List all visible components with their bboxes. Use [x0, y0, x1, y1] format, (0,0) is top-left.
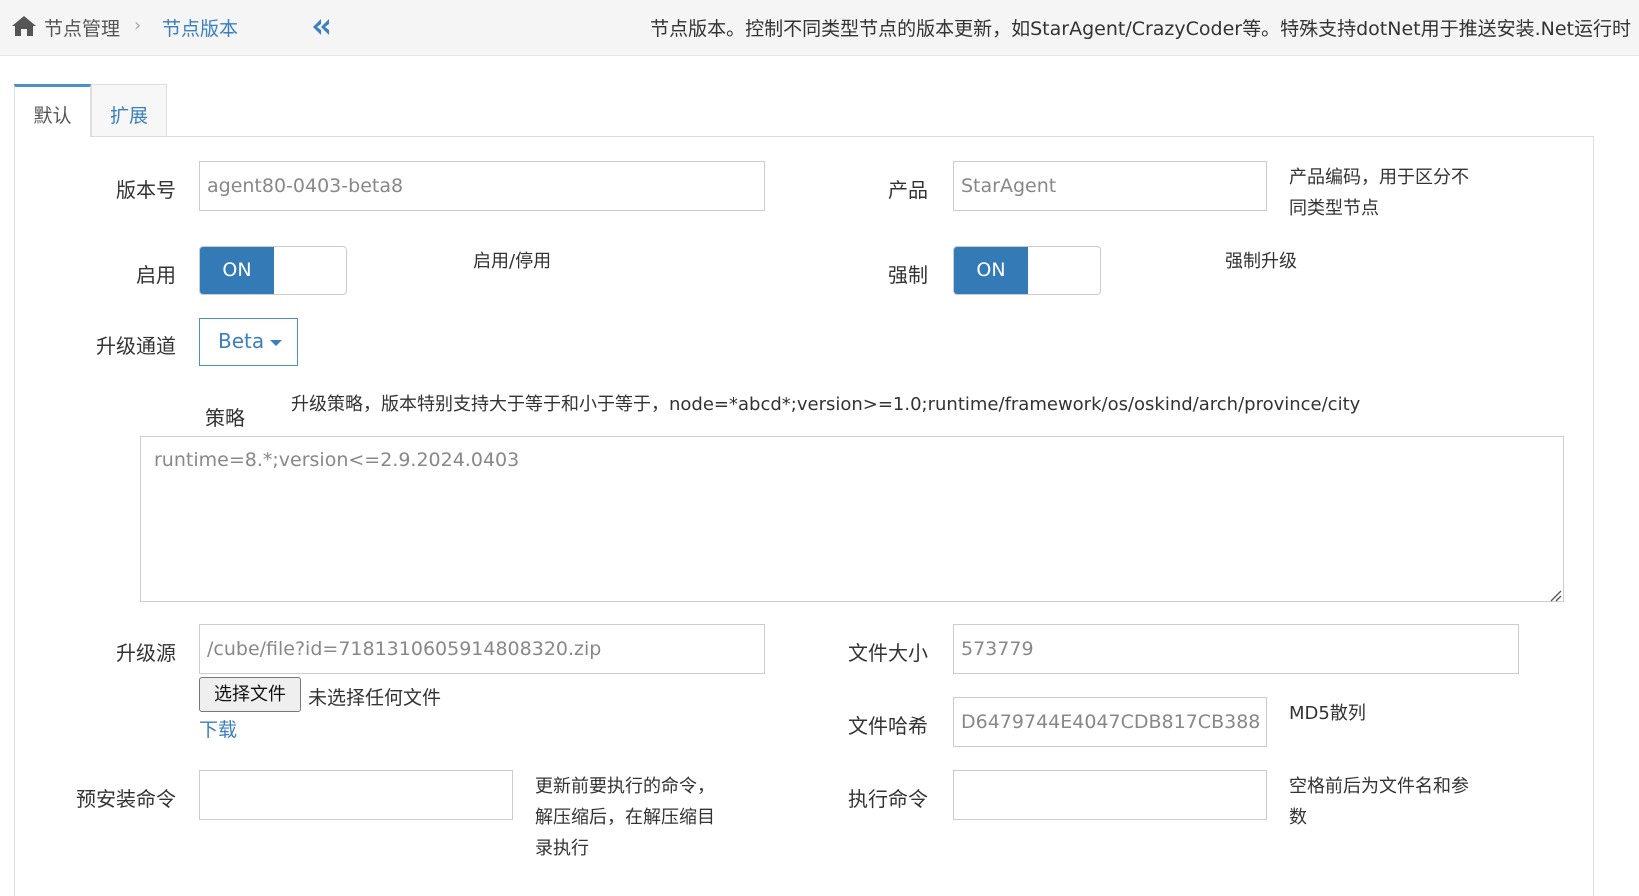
breadcrumb-separator: ›	[134, 15, 142, 36]
force-help: 强制升级	[1225, 251, 1297, 272]
breadcrumb-node-version[interactable]: 节点版本	[162, 14, 238, 41]
download-link[interactable]: 下载	[199, 715, 237, 742]
file-hash-help: MD5散列	[1289, 703, 1366, 724]
product-help-line1: 产品编码，用于区分不	[1289, 167, 1469, 188]
exec-command-help-line2: 数	[1289, 807, 1307, 828]
channel-dropdown-value: Beta	[218, 329, 265, 353]
exec-command-help-line1: 空格前后为文件名和参	[1289, 776, 1469, 797]
tab-extension[interactable]: 扩展	[91, 84, 167, 136]
force-switch[interactable]: ON	[953, 246, 1101, 295]
pre-install-help: 更新前要执行的命令， 解压缩后，在解压缩目 录执行	[535, 771, 715, 864]
enable-switch[interactable]: ON	[199, 246, 347, 295]
file-hash-label: 文件哈希	[848, 714, 928, 738]
exec-command-input[interactable]	[953, 770, 1267, 820]
product-input[interactable]	[953, 161, 1267, 211]
pre-install-label: 预安装命令	[76, 787, 176, 811]
source-label: 升级源	[116, 641, 176, 665]
file-size-label: 文件大小	[848, 641, 928, 665]
enable-switch-on: ON	[200, 247, 274, 294]
page-description: 节点版本。控制不同类型节点的版本更新，如StarAgent/CrazyCoder…	[650, 18, 1631, 40]
tab-default[interactable]: 默认	[14, 84, 91, 137]
strategy-textarea[interactable]: runtime=8.*;version<=2.9.2024.0403	[140, 436, 1564, 602]
channel-label: 升级通道	[96, 334, 176, 358]
caret-down-icon	[270, 339, 283, 346]
strategy-help: 升级策略，版本特别支持大于等于和小于等于，node=*abcd*;version…	[291, 394, 1361, 415]
product-help-line2: 同类型节点	[1289, 198, 1379, 219]
pre-install-input[interactable]	[199, 770, 513, 820]
exec-command-help: 空格前后为文件名和参 数	[1289, 771, 1469, 833]
file-hash-input[interactable]	[953, 697, 1267, 747]
enable-label: 启用	[136, 263, 176, 287]
product-help: 产品编码，用于区分不 同类型节点	[1289, 162, 1469, 224]
angle-double-left-icon[interactable]	[310, 16, 332, 38]
force-label: 强制	[888, 263, 928, 287]
force-switch-on: ON	[954, 247, 1028, 294]
breadcrumb-node-management[interactable]: 节点管理	[44, 14, 120, 41]
pre-install-help-line3: 录执行	[535, 838, 589, 859]
exec-command-label: 执行命令	[848, 787, 928, 811]
enable-help: 启用/停用	[473, 251, 552, 272]
resize-grip-icon[interactable]	[1548, 585, 1562, 602]
strategy-label: 策略	[205, 406, 245, 430]
pre-install-help-line2: 解压缩后，在解压缩目	[535, 807, 715, 828]
pre-install-help-line1: 更新前要执行的命令，	[535, 776, 715, 797]
file-size-input[interactable]	[953, 624, 1519, 674]
choose-file-button[interactable]: 选择文件	[199, 677, 301, 712]
channel-dropdown[interactable]: Beta	[199, 318, 298, 366]
version-input[interactable]	[199, 161, 765, 211]
home-icon[interactable]	[11, 14, 37, 38]
version-label: 版本号	[116, 178, 176, 202]
top-bar: 节点管理 › 节点版本 节点版本。控制不同类型节点的版本更新，如StarAgen…	[0, 0, 1639, 56]
product-label: 产品	[888, 178, 928, 202]
file-status-text: 未选择任何文件	[308, 687, 442, 709]
source-input[interactable]	[199, 624, 765, 674]
